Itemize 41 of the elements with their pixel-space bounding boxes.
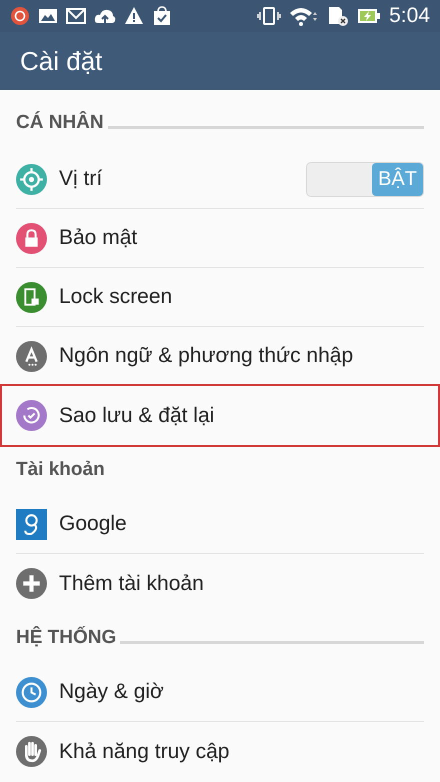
language-icon	[16, 340, 47, 372]
setting-label: Thêm tài khoản	[59, 570, 204, 597]
padlock-icon	[16, 222, 47, 254]
setting-label: Google	[59, 511, 127, 538]
google-icon	[16, 508, 47, 540]
setting-label: Ngôn ngữ & phương thức nhập	[59, 343, 354, 370]
setting-row[interactable]: Thêm tài khoản	[16, 554, 424, 613]
sync-notification-icon	[10, 6, 30, 26]
plus-icon	[16, 568, 47, 599]
setting-row[interactable]: Khả năng truy cập	[16, 722, 424, 781]
restore-icon	[16, 400, 47, 431]
section-header: HỆ THỐNG	[16, 625, 116, 650]
setting-label: Vị trí	[59, 166, 102, 192]
setting-row[interactable]: Bảo mật	[16, 209, 424, 268]
setting-row[interactable]: Lock screen	[16, 268, 424, 327]
clock-icon	[16, 676, 47, 708]
section-header: CÁ NHÂN	[16, 110, 104, 135]
setting-label: Sao lưu & đặt lại	[59, 402, 214, 429]
screen-title: Cài đặt	[20, 44, 102, 78]
highlighted-setting-row[interactable]: Sao lưu & đặt lại	[2, 386, 438, 445]
setting-row[interactable]: Vị trí BẬT	[16, 150, 424, 209]
section-header: Tài khoản	[16, 458, 105, 482]
setting-label: Khả năng truy cập	[59, 738, 230, 765]
phone-lock-icon	[16, 282, 47, 312]
status-time: 5:04	[389, 3, 430, 30]
hand-icon	[16, 736, 47, 767]
battery-charging-icon	[357, 6, 382, 26]
shopping-bag-icon	[152, 6, 172, 26]
setting-label: Ngày & giờ	[59, 679, 164, 706]
mail-icon	[66, 6, 86, 26]
setting-label: Lock screen	[59, 284, 172, 310]
vibrate-icon	[257, 6, 282, 26]
setting-row[interactable]: Ngày & giờ	[16, 663, 424, 722]
warning-icon	[124, 6, 144, 26]
setting-label: Bảo mật	[59, 225, 138, 252]
crosshair-icon	[16, 164, 47, 194]
setting-row[interactable]: Ngôn ngữ & phương thức nhập	[16, 327, 424, 386]
sd-card-icon	[327, 6, 350, 26]
setting-row[interactable]: Google	[16, 495, 424, 554]
image-icon	[38, 6, 58, 26]
wifi-icon	[289, 6, 320, 26]
